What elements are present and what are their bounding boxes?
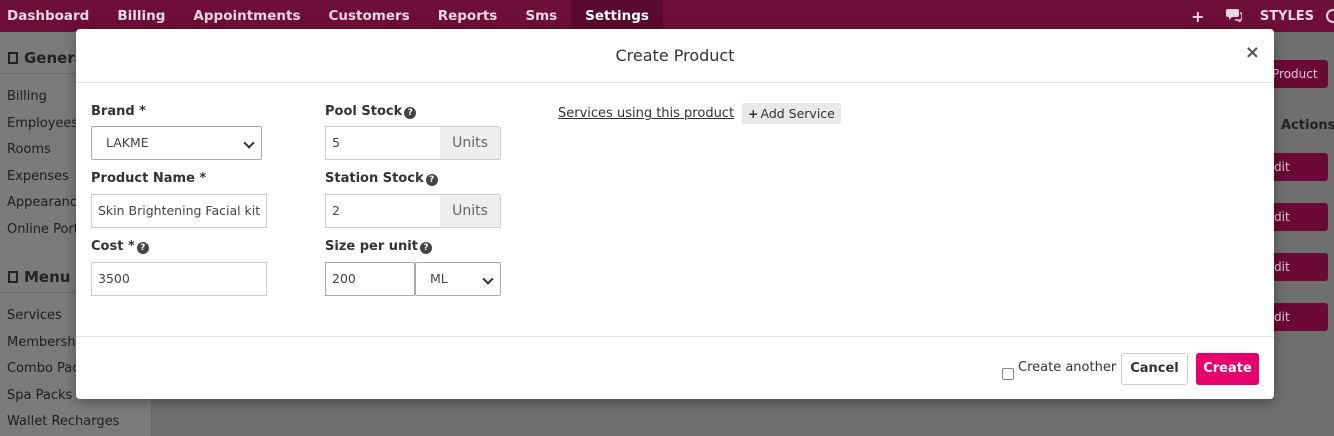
product-name-label: Product Name *	[91, 171, 207, 186]
create-another-label[interactable]: Create another	[1018, 360, 1116, 375]
cost-input[interactable]: 3500	[91, 262, 267, 296]
chevron-down-icon	[482, 273, 494, 285]
chat-icon[interactable]	[1216, 7, 1252, 26]
sidebar-item-online-portal[interactable]: Online Port	[7, 222, 79, 237]
modal-footer: Create another Cancel Create	[76, 336, 1274, 399]
services-using-product-link[interactable]: Services using this product	[558, 106, 734, 121]
nav-billing[interactable]: Billing	[103, 0, 179, 32]
pool-stock-input[interactable]: 5	[325, 126, 441, 160]
sidebar-menu-heading: Menu	[8, 268, 70, 286]
help-icon[interactable]: ?	[136, 242, 149, 254]
nav-reports[interactable]: Reports	[424, 0, 512, 32]
help-icon[interactable]: ?	[419, 242, 432, 254]
create-another-checkbox[interactable]	[1002, 368, 1014, 380]
help-icon[interactable]: ?	[404, 107, 417, 119]
add-service-button[interactable]: + Add Service	[742, 103, 841, 124]
cost-label: Cost *?	[91, 239, 149, 254]
station-stock-unit: Units	[440, 194, 501, 228]
nav-settings[interactable]: Settings	[571, 0, 663, 32]
size-per-unit-input[interactable]: 200	[325, 262, 415, 296]
sidebar-item-employees[interactable]: Employees	[7, 116, 78, 131]
nav-sms[interactable]: Sms	[511, 0, 571, 32]
brand-select[interactable]: LAKME	[91, 126, 262, 160]
brand-label: Brand *	[91, 104, 146, 119]
pool-stock-unit: Units	[440, 126, 501, 160]
help-icon[interactable]: ?	[425, 174, 438, 186]
plus-icon[interactable]: +	[1180, 7, 1216, 26]
sidebar-item-services[interactable]: Services	[7, 308, 62, 323]
sidebar-item-billing[interactable]: Billing	[7, 89, 47, 104]
station-stock-input[interactable]: 2	[325, 194, 441, 228]
sidebar-item-spa-packs[interactable]: Spa Packs	[7, 388, 72, 403]
list-icon	[8, 271, 18, 283]
sidebar-item-rooms[interactable]: Rooms	[7, 142, 51, 157]
sidebar-item-appearance[interactable]: Appearance	[7, 195, 85, 210]
nav-dashboard[interactable]: Dashboard	[0, 0, 103, 32]
modal-title: Create Product	[615, 46, 735, 65]
modal-header: Create Product ×	[76, 29, 1274, 83]
sidebar-item-wallet-recharges[interactable]: Wallet Recharges	[7, 414, 119, 429]
nav-right-group: + STYLES	[1180, 0, 1334, 32]
station-stock-label: Station Stock?	[325, 171, 438, 186]
sidebar-item-combo-packs[interactable]: Combo Pack	[7, 361, 87, 376]
nav-customers[interactable]: Customers	[315, 0, 424, 32]
user-menu-icon[interactable]	[1326, 9, 1334, 23]
sidebar-item-expenses[interactable]: Expenses	[7, 169, 69, 184]
nav-styles[interactable]: STYLES	[1252, 9, 1326, 24]
create-product-modal: Create Product × Brand * LAKME Product N…	[76, 29, 1274, 399]
plus-icon: +	[748, 106, 759, 121]
size-per-unit-label: Size per unit?	[325, 239, 432, 254]
chevron-down-icon	[243, 137, 255, 149]
create-button[interactable]: Create	[1196, 353, 1259, 385]
pool-stock-label: Pool Stock?	[325, 104, 417, 119]
list-icon	[8, 52, 18, 64]
nav-appointments[interactable]: Appointments	[179, 0, 314, 32]
actions-header: Actions	[1281, 118, 1334, 133]
product-name-input[interactable]: Skin Brightening Facial kit	[91, 194, 267, 228]
unit-select[interactable]: ML	[415, 262, 501, 296]
cancel-button[interactable]: Cancel	[1121, 353, 1188, 385]
top-nav: Dashboard Billing Appointments Customers…	[0, 0, 1334, 32]
close-icon[interactable]: ×	[1245, 42, 1260, 63]
